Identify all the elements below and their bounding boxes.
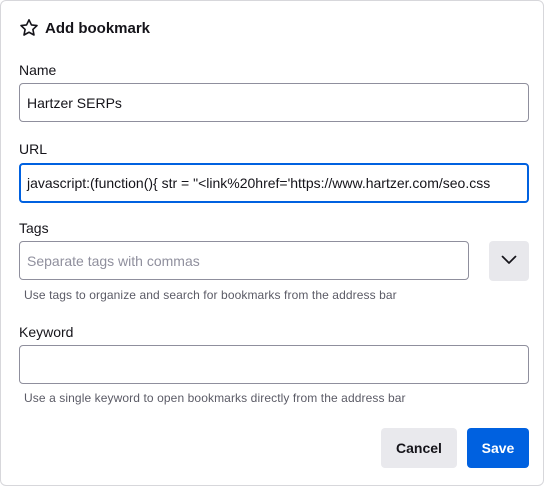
dialog-header: Add bookmark	[19, 17, 150, 39]
tags-input[interactable]: Separate tags with commas	[19, 241, 469, 280]
tags-hint: Use tags to organize and search for book…	[24, 288, 397, 302]
cancel-button[interactable]: Cancel	[381, 428, 457, 468]
url-label: URL	[19, 141, 48, 157]
dialog-title: Add bookmark	[45, 19, 151, 37]
name-input[interactable]: Hartzer SERPs	[19, 83, 529, 122]
url-input[interactable]: javascript:(function(){ str = "<link%20h…	[19, 163, 529, 203]
keyword-label: Keyword	[19, 324, 74, 340]
keyword-hint: Use a single keyword to open bookmarks d…	[24, 391, 406, 405]
name-input-value: Hartzer SERPs	[27, 94, 122, 111]
keyword-input[interactable]	[19, 345, 529, 384]
tags-dropdown-button[interactable]	[489, 241, 529, 281]
add-bookmark-dialog: Add bookmark Name Hartzer SERPs URL java…	[0, 0, 544, 486]
url-input-value: javascript:(function(){ str = "<link%20h…	[27, 175, 491, 191]
chevron-down-icon	[501, 252, 517, 270]
tags-label: Tags	[19, 220, 49, 236]
name-label: Name	[19, 62, 57, 78]
save-button[interactable]: Save	[467, 428, 529, 468]
star-icon	[19, 18, 39, 38]
tags-input-placeholder: Separate tags with commas	[27, 252, 200, 269]
